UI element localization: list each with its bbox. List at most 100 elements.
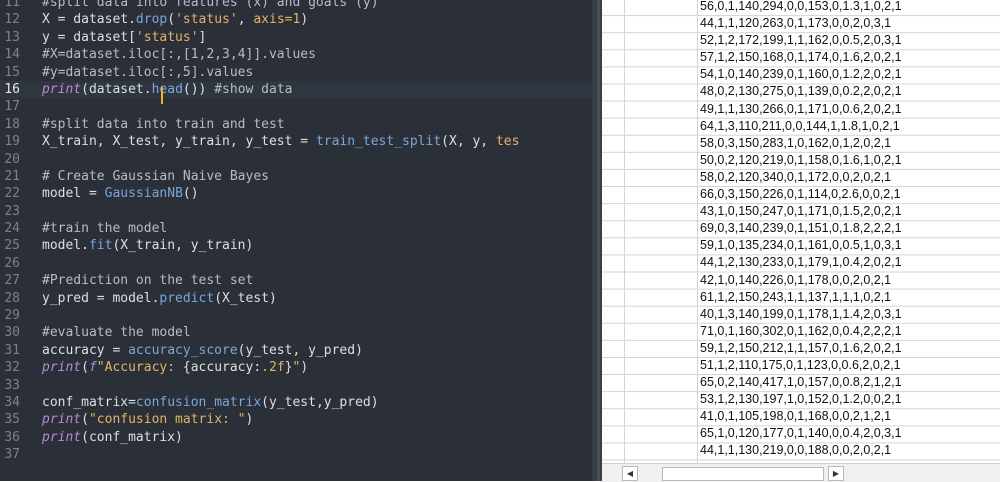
code-token: "confusion matrix: " (88, 412, 246, 428)
spreadsheet-cell[interactable]: 53,1,2,130,197,1,0,152,0,1.2,0,0,2,1 (700, 391, 902, 408)
code-line[interactable]: 35 print("confusion matrix: ") (0, 411, 592, 428)
spreadsheet-cell[interactable]: 59,1,0,135,234,0,1,161,0,0.5,1,0,3,1 (700, 237, 902, 254)
line-number: 30 (4, 325, 20, 341)
code-line[interactable]: 16 print(dataset.head()) #show data (0, 80, 592, 99)
line-number: 22 (4, 186, 20, 202)
code-text: conf_matrix=confusion_matrix(y_test,y_pr… (42, 394, 379, 411)
pane-splitter-handle[interactable] (597, 0, 600, 481)
code-token: model. (42, 238, 89, 254)
line-number: 21 (4, 168, 20, 184)
code-line[interactable]: 25 model.fit(X_train, y_train) (0, 237, 592, 254)
scroll-right-arrow-icon[interactable]: ▶ (828, 466, 844, 481)
spreadsheet-cell[interactable]: 59,1,2,150,212,1,1,157,0,1.6,2,0,2,1 (700, 340, 902, 357)
code-line[interactable]: 14 #X=dataset.iloc[:,[1,2,3,4]].values (0, 46, 592, 63)
code-line[interactable]: 29 (0, 307, 592, 324)
code-line[interactable]: 17 (0, 98, 592, 115)
spreadsheet-cell[interactable]: 48,0,2,130,275,0,1,139,0,0.2,2,0,2,1 (700, 83, 902, 100)
spreadsheet-cell[interactable]: 65,1,0,120,177,0,1,140,0,0.4,2,0,3,1 (700, 425, 902, 442)
code-token: fit (88, 238, 113, 254)
spreadsheet-cell[interactable]: 56,0,1,140,294,0,0,153,0,1.3,1,0,2,1 (700, 0, 902, 15)
line-number: 20 (4, 151, 20, 167)
spreadsheet-cell[interactable]: 44,1,1,130,219,0,0,188,0,0,2,0,2,1 (700, 442, 902, 459)
spreadsheet-cell[interactable]: 41,0,1,105,198,0,1,168,0,0,2,1,2,1 (700, 408, 902, 425)
code-token: #X=dataset.iloc[:,[1,2,3,4]].values (42, 47, 316, 63)
code-text: print(conf_matrix) (42, 429, 183, 446)
spreadsheet-cell[interactable]: 71,0,1,160,302,0,1,162,0,0.4,2,2,2,1 (700, 323, 902, 340)
code-line[interactable]: 23 (0, 203, 592, 220)
code-token: (X, y, (441, 134, 496, 150)
code-token: #evaluate the model (42, 325, 191, 341)
spreadsheet-cell[interactable]: 44,1,2,130,233,0,1,179,1,0.4,2,0,2,1 (700, 254, 902, 271)
spreadsheet-cell[interactable]: 61,1,2,150,243,1,1,137,1,1,1,0,2,1 (700, 289, 902, 306)
spreadsheet-cell[interactable]: 51,1,2,110,175,0,1,123,0,0.6,2,0,2,1 (700, 357, 902, 374)
code-line[interactable]: 19 X_train, X_test, y_train, y_test = tra… (0, 133, 592, 150)
spreadsheet-view[interactable]: 56,0,1,140,294,0,0,153,0,1.3,1,0,2,1 44,1… (602, 0, 1000, 481)
code-line[interactable]: 37 (0, 446, 592, 463)
code-token: print (42, 429, 82, 445)
code-line[interactable]: 26 (0, 255, 592, 272)
spreadsheet-cell[interactable]: 58,0,2,120,340,0,1,172,0,0,2,0,2,1 (700, 169, 902, 186)
column-divider (697, 0, 698, 463)
code-lines[interactable]: 11 #split data into features (x) and goal… (0, 0, 592, 464)
code-token: (X_test) (214, 290, 277, 306)
code-text: print("confusion matrix: ") (42, 411, 253, 428)
code-line[interactable]: 18 #split data into train and test (0, 116, 592, 133)
code-token: ) (245, 412, 254, 428)
line-number: 16 (4, 81, 20, 97)
code-token: #y=dataset.iloc[:,5].values (42, 64, 254, 80)
code-token: #split data into features (x) and goals … (42, 0, 379, 10)
code-token: f (88, 360, 97, 376)
code-line[interactable]: 32 print(f"Accuracy: {accuracy:.2f}") (0, 359, 592, 376)
spreadsheet-cell[interactable]: 54,1,0,140,239,0,1,160,0,1.2,2,0,2,1 (700, 66, 902, 83)
scrollbar-thumb[interactable] (662, 467, 824, 481)
spreadsheet-cell[interactable]: 65,0,2,140,417,1,0,157,0,0.8,2,1,2,1 (700, 374, 902, 391)
code-text: #split data into features (x) and goals … (42, 0, 379, 11)
spreadsheet-cell[interactable]: 69,0,3,140,239,0,1,151,0,1.8,2,2,2,1 (700, 220, 902, 237)
code-token: conf_matrix= (42, 394, 136, 410)
code-token: print (42, 412, 82, 428)
code-line[interactable]: 13 y = dataset['status'] (0, 29, 592, 46)
spreadsheet-cell[interactable]: 66,0,3,150,226,0,1,114,0,2.6,0,0,2,1 (700, 186, 902, 203)
code-token: ] (198, 29, 207, 45)
code-line[interactable]: 27 #Prediction on the test set (0, 272, 592, 289)
code-line[interactable]: 20 (0, 151, 592, 168)
code-line[interactable]: 12 X = dataset.drop('status', axis=1) (0, 11, 592, 28)
csv-rows[interactable]: 56,0,1,140,294,0,0,153,0,1.3,1,0,2,1 44,1… (700, 0, 902, 460)
spreadsheet-cell[interactable]: 44,1,1,120,263,0,1,173,0,0,2,0,3,1 (700, 15, 902, 32)
code-text: #split data into train and test (42, 116, 285, 133)
spreadsheet-cell[interactable]: 58,0,3,150,283,1,0,162,0,1,2,0,2,1 (700, 135, 902, 152)
code-line[interactable]: 24 #train the model (0, 220, 592, 237)
spreadsheet-cell[interactable]: 64,1,3,110,211,0,0,144,1,1.8,1,0,2,1 (700, 118, 902, 135)
line-number: 26 (4, 255, 20, 271)
code-line[interactable]: 30 #evaluate the model (0, 324, 592, 341)
spreadsheet-cell[interactable]: 43,1,0,150,247,0,1,171,0,1.5,2,0,2,1 (700, 203, 902, 220)
code-text: model = GaussianNB() (42, 185, 199, 202)
horizontal-scrollbar[interactable]: ◀ ▶ (602, 463, 1000, 482)
code-token: ( (167, 12, 176, 28)
spreadsheet-cell[interactable]: 57,1,2,150,168,0,1,174,0,1.6,2,0,2,1 (700, 49, 902, 66)
spreadsheet-cell[interactable]: 52,1,2,172,199,1,1,162,0,0.5,2,0,3,1 (700, 32, 902, 49)
scroll-left-arrow-icon[interactable]: ◀ (622, 466, 638, 481)
code-line[interactable]: 33 (0, 377, 592, 394)
code-line[interactable]: 28 y_pred = model.predict(X_test) (0, 290, 592, 307)
code-line[interactable]: 36 print(conf_matrix) (0, 429, 592, 446)
spreadsheet-cell[interactable]: 40,1,3,140,199,0,1,178,1,1.4,2,0,3,1 (700, 306, 902, 323)
code-line[interactable]: 21 # Create Gaussian Naive Bayes (0, 168, 592, 185)
line-number: 35 (4, 412, 20, 428)
code-editor[interactable]: 11 #split data into features (x) and goal… (0, 0, 592, 481)
code-text: model.fit(X_train, y_train) (42, 237, 253, 254)
line-number: 37 (4, 447, 20, 463)
code-token: head (151, 81, 183, 97)
code-token: model = (42, 186, 105, 202)
code-line[interactable]: 22 model = GaussianNB() (0, 185, 592, 202)
spreadsheet-cell[interactable]: 49,1,1,130,266,0,1,171,0,0.6,2,0,2,1 (700, 101, 902, 118)
code-line[interactable]: 34 conf_matrix=confusion_matrix(y_test,y_… (0, 394, 592, 411)
spreadsheet-cell[interactable]: 50,0,2,120,219,0,1,158,0,1.6,1,0,2,1 (700, 152, 902, 169)
code-line[interactable]: 31 accuracy = accuracy_score(y_test, y_pr… (0, 342, 592, 359)
code-token: confusion_matrix (135, 394, 262, 410)
code-line[interactable]: 11 #split data into features (x) and goal… (0, 0, 592, 11)
spreadsheet-cell[interactable]: 42,1,0,140,226,0,1,178,0,0,2,0,2,1 (700, 272, 902, 289)
code-text: X = dataset.drop('status', axis=1) (42, 11, 308, 28)
code-text: y = dataset['status'] (42, 29, 206, 46)
code-line[interactable]: 15 #y=dataset.iloc[:,5].values (0, 64, 592, 81)
